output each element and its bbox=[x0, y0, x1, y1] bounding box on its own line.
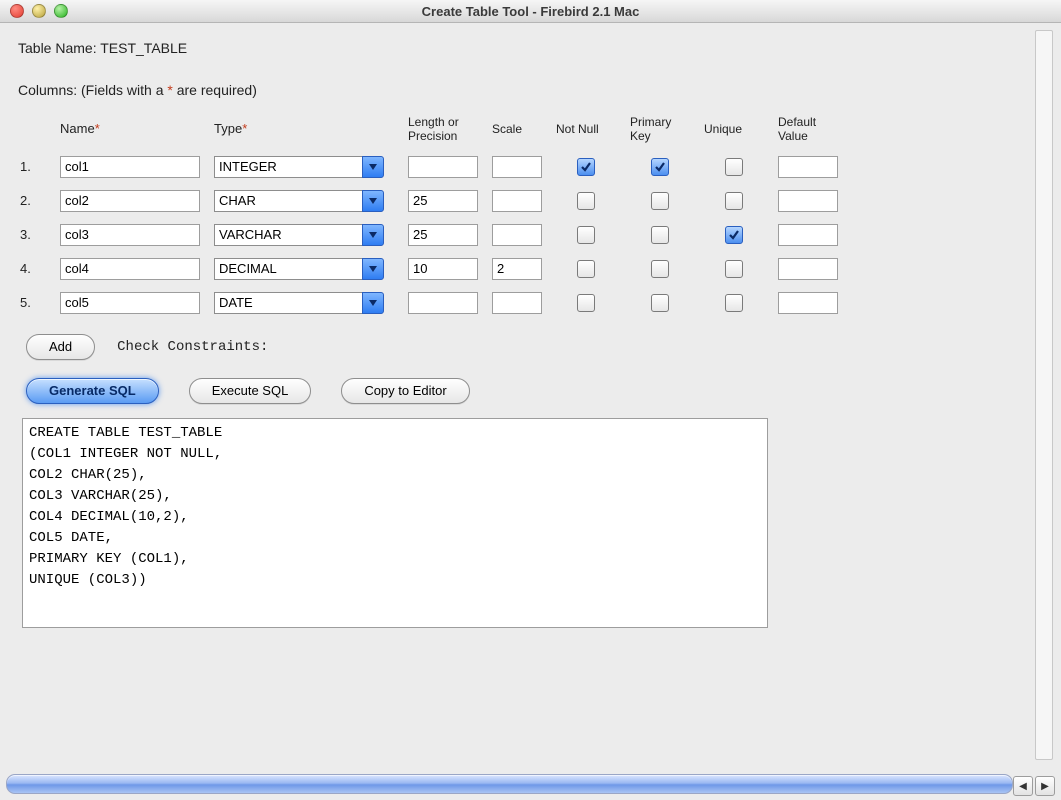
scale-input[interactable] bbox=[492, 292, 542, 314]
length-input[interactable] bbox=[408, 190, 478, 212]
column-row: 5. DATE bbox=[20, 292, 1033, 314]
header-unique: Unique bbox=[704, 123, 764, 137]
scroll-right-icon[interactable]: ▶ bbox=[1035, 776, 1055, 796]
notnull-checkbox[interactable] bbox=[577, 192, 595, 210]
minimize-icon[interactable] bbox=[32, 4, 46, 18]
close-icon[interactable] bbox=[10, 4, 24, 18]
header-scale: Scale bbox=[492, 123, 542, 137]
chevron-down-icon[interactable] bbox=[362, 156, 384, 178]
unique-checkbox[interactable] bbox=[725, 158, 743, 176]
window-title: Create Table Tool - Firebird 2.1 Mac bbox=[0, 4, 1061, 19]
chevron-down-icon[interactable] bbox=[362, 258, 384, 280]
copy-to-editor-button[interactable]: Copy to Editor bbox=[341, 378, 469, 404]
chevron-down-icon[interactable] bbox=[362, 190, 384, 212]
vertical-scrollbar[interactable] bbox=[1035, 30, 1053, 760]
notnull-checkbox[interactable] bbox=[577, 158, 595, 176]
header-pk: Primary Key bbox=[630, 116, 690, 144]
sql-output[interactable] bbox=[22, 418, 768, 628]
execute-sql-button[interactable]: Execute SQL bbox=[189, 378, 312, 404]
default-input[interactable] bbox=[778, 258, 838, 280]
type-select[interactable]: CHAR bbox=[214, 190, 384, 212]
type-select-value: CHAR bbox=[214, 190, 362, 212]
column-row: 3. VARCHAR bbox=[20, 224, 1033, 246]
check-constraints-label: Check Constraints: bbox=[117, 339, 268, 355]
length-input[interactable] bbox=[408, 224, 478, 246]
type-select[interactable]: VARCHAR bbox=[214, 224, 384, 246]
row-number: 3. bbox=[20, 227, 46, 242]
unique-checkbox[interactable] bbox=[725, 260, 743, 278]
header-default: Default Value bbox=[778, 116, 838, 144]
scale-input[interactable] bbox=[492, 156, 542, 178]
column-name-input[interactable] bbox=[60, 224, 200, 246]
row-number: 1. bbox=[20, 159, 46, 174]
columns-hint-prefix: Columns: (Fields with a bbox=[18, 82, 167, 98]
columns-hint: Columns: (Fields with a * are required) bbox=[18, 82, 1023, 98]
type-select-value: VARCHAR bbox=[214, 224, 362, 246]
row-number: 2. bbox=[20, 193, 46, 208]
row-number: 4. bbox=[20, 261, 46, 276]
chevron-down-icon[interactable] bbox=[362, 224, 384, 246]
scale-input[interactable] bbox=[492, 258, 542, 280]
column-row: 4. DECIMAL bbox=[20, 258, 1033, 280]
header-name: Name* bbox=[60, 122, 200, 137]
horizontal-scrollbar[interactable] bbox=[6, 774, 1013, 794]
unique-checkbox[interactable] bbox=[725, 226, 743, 244]
type-select-value: INTEGER bbox=[214, 156, 362, 178]
header-length: Length or Precision bbox=[408, 116, 478, 144]
type-select[interactable]: DATE bbox=[214, 292, 384, 314]
add-button[interactable]: Add bbox=[26, 334, 95, 360]
column-name-input[interactable] bbox=[60, 258, 200, 280]
generate-sql-button[interactable]: Generate SQL bbox=[26, 378, 159, 404]
length-input[interactable] bbox=[408, 292, 478, 314]
unique-checkbox[interactable] bbox=[725, 192, 743, 210]
columns-header: Name* Type* Length or Precision Scale No… bbox=[20, 116, 1033, 144]
column-name-input[interactable] bbox=[60, 190, 200, 212]
action-buttons: Generate SQL Execute SQL Copy to Editor bbox=[26, 378, 1033, 404]
primarykey-checkbox[interactable] bbox=[651, 192, 669, 210]
header-notnull: Not Null bbox=[556, 123, 616, 137]
table-name-value: TEST_TABLE bbox=[100, 40, 187, 56]
unique-checkbox[interactable] bbox=[725, 294, 743, 312]
scale-input[interactable] bbox=[492, 190, 542, 212]
columns-hint-suffix: are required) bbox=[173, 82, 257, 98]
horizontal-scroll-arrows: ◀ ▶ bbox=[1013, 776, 1055, 794]
chevron-down-icon[interactable] bbox=[362, 292, 384, 314]
content-panel: Table Name: TEST_TABLE Columns: (Fields … bbox=[8, 30, 1033, 760]
column-name-input[interactable] bbox=[60, 292, 200, 314]
header-type: Type* bbox=[214, 122, 394, 137]
type-select-value: DATE bbox=[214, 292, 362, 314]
type-select-value: DECIMAL bbox=[214, 258, 362, 280]
window-controls bbox=[0, 4, 68, 18]
table-name-label: Table Name: bbox=[18, 40, 97, 56]
notnull-checkbox[interactable] bbox=[577, 226, 595, 244]
default-input[interactable] bbox=[778, 156, 838, 178]
column-row: 1. INTEGER bbox=[20, 156, 1033, 178]
title-bar: Create Table Tool - Firebird 2.1 Mac bbox=[0, 0, 1061, 23]
length-input[interactable] bbox=[408, 156, 478, 178]
scale-input[interactable] bbox=[492, 224, 542, 246]
type-select[interactable]: DECIMAL bbox=[214, 258, 384, 280]
table-name-row: Table Name: TEST_TABLE bbox=[18, 40, 1023, 56]
column-row: 2. CHAR bbox=[20, 190, 1033, 212]
scroll-left-icon[interactable]: ◀ bbox=[1013, 776, 1033, 796]
notnull-checkbox[interactable] bbox=[577, 260, 595, 278]
default-input[interactable] bbox=[778, 292, 838, 314]
add-row: Add Check Constraints: bbox=[26, 334, 1033, 360]
primarykey-checkbox[interactable] bbox=[651, 260, 669, 278]
row-number: 5. bbox=[20, 295, 46, 310]
type-select[interactable]: INTEGER bbox=[214, 156, 384, 178]
notnull-checkbox[interactable] bbox=[577, 294, 595, 312]
column-name-input[interactable] bbox=[60, 156, 200, 178]
primarykey-checkbox[interactable] bbox=[651, 226, 669, 244]
primarykey-checkbox[interactable] bbox=[651, 158, 669, 176]
default-input[interactable] bbox=[778, 190, 838, 212]
default-input[interactable] bbox=[778, 224, 838, 246]
zoom-icon[interactable] bbox=[54, 4, 68, 18]
primarykey-checkbox[interactable] bbox=[651, 294, 669, 312]
length-input[interactable] bbox=[408, 258, 478, 280]
